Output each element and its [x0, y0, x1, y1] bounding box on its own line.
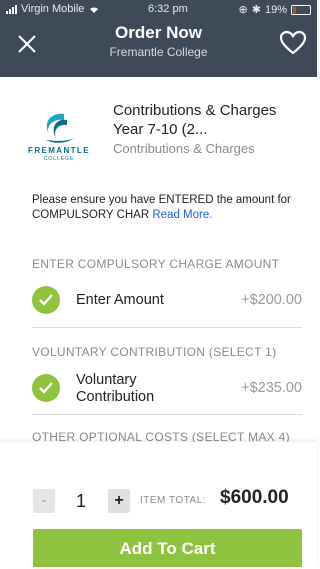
option-voluntary-contribution[interactable]: Voluntary Contribution +$235.00 — [32, 368, 302, 408]
signal-icon — [6, 4, 17, 14]
quantity-decrease-button[interactable]: - — [33, 489, 55, 513]
college-logo: FREMANTLE COLLEGE — [20, 110, 98, 166]
page-title: Order Now — [115, 23, 202, 42]
product-category: Contributions & Charges — [113, 141, 255, 156]
logo-subtext: COLLEGE — [43, 156, 75, 162]
divider — [32, 327, 302, 328]
add-to-cart-button[interactable]: Add To Cart — [33, 529, 302, 567]
wave-logo-icon — [46, 113, 74, 143]
quantity-increase-button[interactable]: + — [108, 489, 130, 513]
app-header: Virgin Mobile 6:32 pm ⊕ ✱ 19% Order Now … — [0, 0, 317, 77]
option-price: +$200.00 — [241, 292, 302, 308]
divider — [32, 414, 302, 415]
wifi-icon — [90, 7, 99, 13]
option-price: +$235.00 — [241, 380, 302, 396]
option-label: Enter Amount — [76, 292, 164, 308]
cart-footer: - 1 + ITEM TOTAL: $600.00 Add To Cart — [0, 442, 317, 567]
read-more-link[interactable]: Read More. — [152, 209, 212, 221]
section-heading-compulsory: ENTER COMPULSORY CHARGE AMOUNT — [32, 257, 280, 271]
carrier-name: Virgin Mobile — [21, 3, 85, 15]
status-bar: Virgin Mobile 6:32 pm ⊕ ✱ 19% — [0, 0, 317, 20]
page-subtitle: Fremantle College — [109, 45, 208, 59]
rotation-lock-icon: ⊕ — [238, 4, 248, 16]
bluetooth-icon: ✱ — [251, 4, 261, 16]
section-heading-voluntary: VOLUNTARY CONTRIBUTION (SELECT 1) — [32, 345, 277, 359]
item-total-value: $600.00 — [220, 487, 289, 508]
checkmark-icon — [32, 286, 60, 314]
notice-text: Please ensure you have ENTERED the amoun… — [32, 193, 307, 223]
checkmark-icon — [32, 374, 60, 402]
product-title: Contributions & Charges Year 7-10 (2... — [113, 102, 277, 138]
quantity-value: 1 — [76, 491, 87, 511]
status-time: 6:32 pm — [148, 3, 188, 15]
option-label: Voluntary Contribution — [76, 372, 155, 405]
item-total-label: ITEM TOTAL: — [140, 495, 207, 506]
favorite-heart-icon[interactable] — [279, 30, 307, 56]
battery-icon — [291, 4, 311, 15]
option-enter-amount[interactable]: Enter Amount +$200.00 — [32, 280, 302, 320]
logo-text: FREMANTLE — [28, 146, 90, 155]
battery-percent: 19% — [264, 3, 287, 16]
